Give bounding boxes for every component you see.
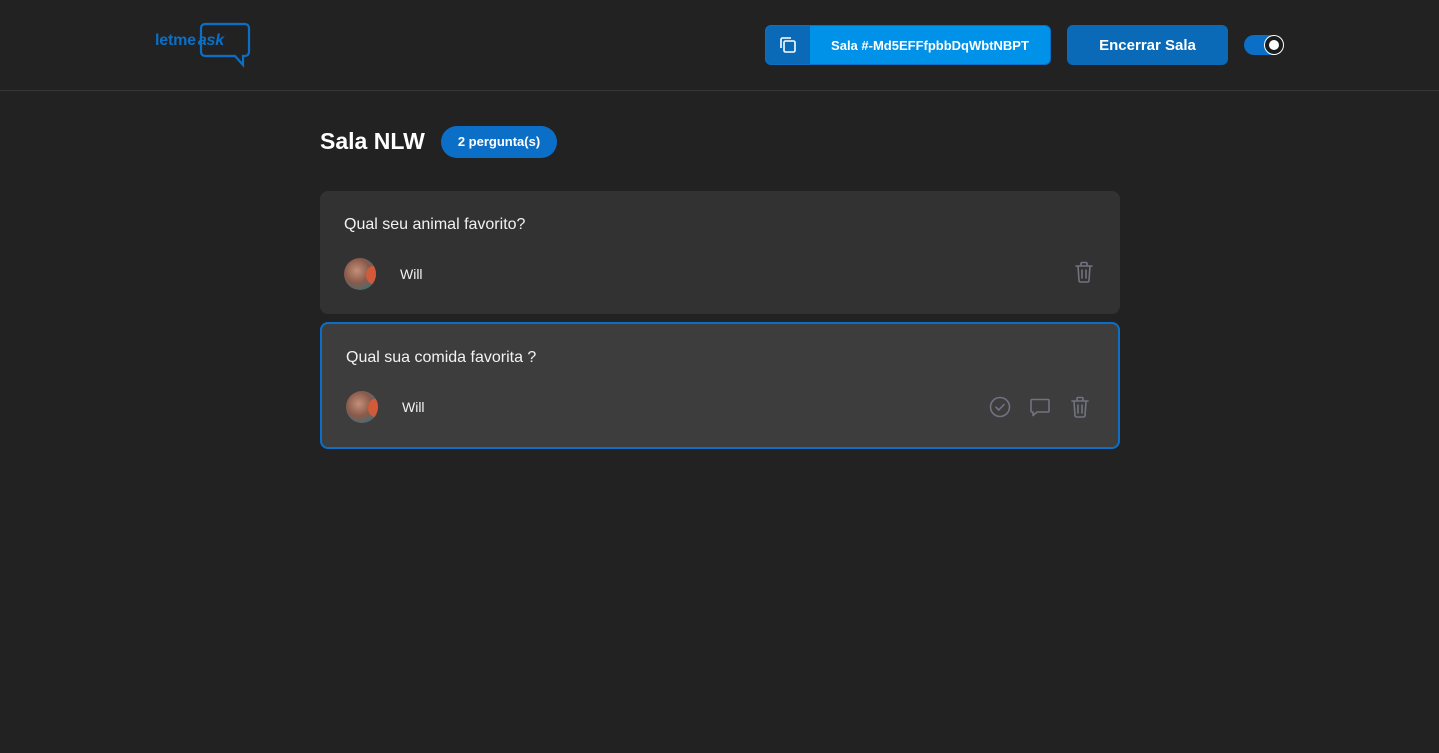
close-room-button[interactable]: Encerrar Sala <box>1067 25 1228 65</box>
room-code-button[interactable]: Sala #-Md5EFFfpbbDqWbtNBPT <box>765 25 1051 65</box>
theme-toggle[interactable] <box>1244 35 1284 55</box>
header: letme ask Sala #-Md5EFFfpbbDqWbtNBPT Ence… <box>0 0 1439 91</box>
trash-icon[interactable] <box>1072 260 1096 284</box>
question-content: Qual seu animal favorito? <box>344 216 526 233</box>
question-actions <box>1056 260 1096 284</box>
question-card-highlighted: Qual sua comida favorita ? Will <box>320 322 1120 449</box>
room-code-label: Sala #-Md5EFFfpbbDqWbtNBPT <box>831 37 1029 53</box>
author-name: Will <box>400 266 423 282</box>
room-title-row: Sala NLW 2 pergunta(s) <box>320 125 558 158</box>
copy-icon[interactable] <box>766 26 810 64</box>
question-author: Will <box>346 391 425 423</box>
question-content: Qual sua comida favorita ? <box>346 349 537 366</box>
logo-text: letme ask <box>155 32 224 50</box>
check-circle-icon[interactable] <box>988 395 1012 419</box>
logo-text-accent: ask <box>197 32 224 49</box>
logo-text-main: letme <box>155 32 196 49</box>
avatar <box>344 258 376 290</box>
trash-icon[interactable] <box>1068 395 1092 419</box>
author-name: Will <box>402 399 425 415</box>
avatar <box>346 391 378 423</box>
page-title: Sala NLW <box>320 128 425 154</box>
toggle-knob <box>1265 36 1283 54</box>
question-author: Will <box>344 258 423 290</box>
letmeask-logo[interactable]: letme ask <box>155 22 251 68</box>
question-actions <box>972 395 1092 419</box>
question-count-badge: 2 pergunta(s) <box>440 125 558 158</box>
question-card: Qual seu animal favorito? Will <box>320 191 1120 314</box>
chat-icon[interactable] <box>1028 395 1052 419</box>
